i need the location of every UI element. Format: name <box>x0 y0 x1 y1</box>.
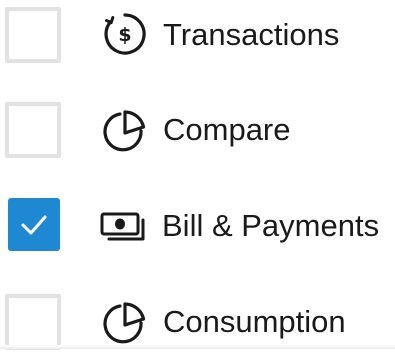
dollar-circle-icon: $ <box>100 9 150 59</box>
transactions-checkbox[interactable] <box>5 7 61 63</box>
bill-payments-checkbox[interactable] <box>8 198 60 251</box>
filter-list: $ Transactions Compare Bill & Payments C… <box>0 0 395 352</box>
svg-text:$: $ <box>118 24 131 46</box>
list-item-consumption[interactable]: Consumption <box>0 292 395 352</box>
list-item-compare[interactable]: Compare <box>0 100 395 160</box>
cash-icon <box>100 200 150 250</box>
bottom-divider <box>0 345 395 349</box>
compare-checkbox[interactable] <box>5 102 61 158</box>
bill-payments-label: Bill & Payments <box>162 208 380 243</box>
list-item-transactions[interactable]: $ Transactions <box>0 5 395 65</box>
transactions-label: Transactions <box>163 17 340 52</box>
compare-label: Compare <box>163 112 291 147</box>
checkmark-icon <box>21 215 47 235</box>
consumption-checkbox[interactable] <box>5 294 61 350</box>
pie-chart-icon <box>100 104 150 154</box>
consumption-label: Consumption <box>163 304 346 339</box>
list-item-bill-payments[interactable]: Bill & Payments <box>0 198 395 258</box>
pie-chart-icon <box>100 296 150 346</box>
